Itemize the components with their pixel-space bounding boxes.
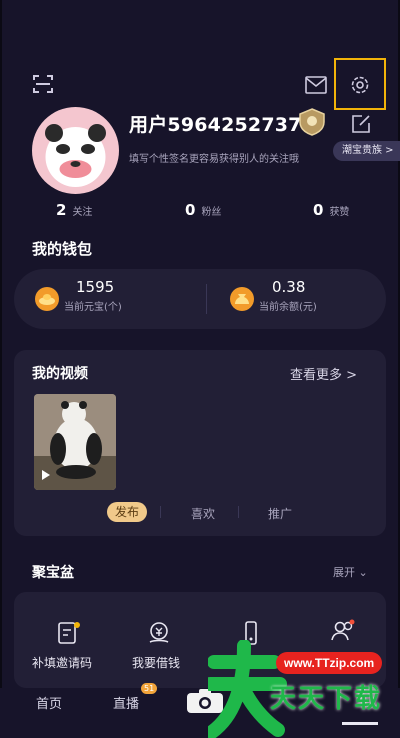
cash-label: 当前余额(元) — [259, 302, 317, 313]
watermark-text: 天天下载 — [270, 684, 383, 714]
stat-number: 0 — [185, 201, 196, 219]
panda-video-icon — [34, 394, 116, 490]
gold-ingot-icon — [35, 287, 59, 311]
stat-following[interactable]: 2 关注 — [56, 201, 92, 219]
cash-value: 0.38 — [272, 278, 306, 296]
stat-label: 获赞 — [329, 207, 350, 218]
nav-live[interactable]: 直播 — [113, 693, 139, 712]
stat-number: 2 — [56, 201, 67, 219]
nav-home[interactable]: 首页 — [36, 693, 62, 712]
tool-label-invite: 补填邀请码 — [32, 656, 93, 670]
gear-icon[interactable] — [349, 74, 371, 96]
invite-code-icon[interactable] — [56, 620, 82, 646]
stat-fans[interactable]: 0 粉丝 — [185, 201, 221, 219]
loan-icon[interactable] — [146, 620, 172, 646]
live-count-badge: 51 — [141, 683, 158, 694]
balance-value: 1595 — [76, 278, 115, 296]
wallet-title: 我的钱包 — [32, 240, 93, 258]
panda-avatar-icon — [45, 124, 106, 187]
tab-separator — [238, 506, 239, 518]
stat-likes[interactable]: 0 获赞 — [313, 201, 349, 219]
watermark-url: www.TTzip.com — [276, 652, 383, 674]
tab-separator — [160, 506, 161, 518]
frame-left-edge — [0, 0, 2, 738]
scan-icon[interactable] — [32, 74, 54, 94]
tab-liked[interactable]: 喜欢 — [191, 505, 215, 522]
tools-title: 聚宝盆 — [32, 565, 74, 581]
avatar[interactable] — [32, 107, 119, 194]
videos-title: 我的视频 — [32, 366, 88, 382]
tool-label-loan: 我要借钱 — [132, 656, 181, 670]
vip-badge-icon[interactable] — [297, 108, 327, 136]
see-more-link[interactable]: 查看更多 > — [290, 364, 357, 383]
fans-tier-pill[interactable]: 潮宝贵族 > — [333, 141, 400, 161]
money-bag-icon — [230, 287, 254, 311]
bio-text[interactable]: 填写个性签名更容易获得别人的关注哦 — [129, 150, 299, 165]
username: 用户5964252737 — [129, 114, 302, 136]
wallet-divider — [206, 284, 207, 314]
tab-published[interactable]: 发布 — [107, 502, 147, 522]
expand-label: 展开 — [333, 566, 355, 579]
expand-toggle[interactable]: 展开 ⌄ — [333, 564, 368, 580]
balance-label: 当前元宝(个) — [64, 302, 122, 313]
mail-icon[interactable] — [305, 76, 327, 94]
stat-label: 粉丝 — [201, 207, 222, 218]
stat-number: 0 — [313, 201, 324, 219]
tab-promoted[interactable]: 推广 — [268, 505, 292, 522]
edit-icon[interactable] — [350, 113, 372, 135]
video-thumbnail[interactable] — [34, 394, 116, 490]
chevron-down-icon: ⌄ — [358, 566, 368, 579]
stat-label: 关注 — [72, 207, 93, 218]
